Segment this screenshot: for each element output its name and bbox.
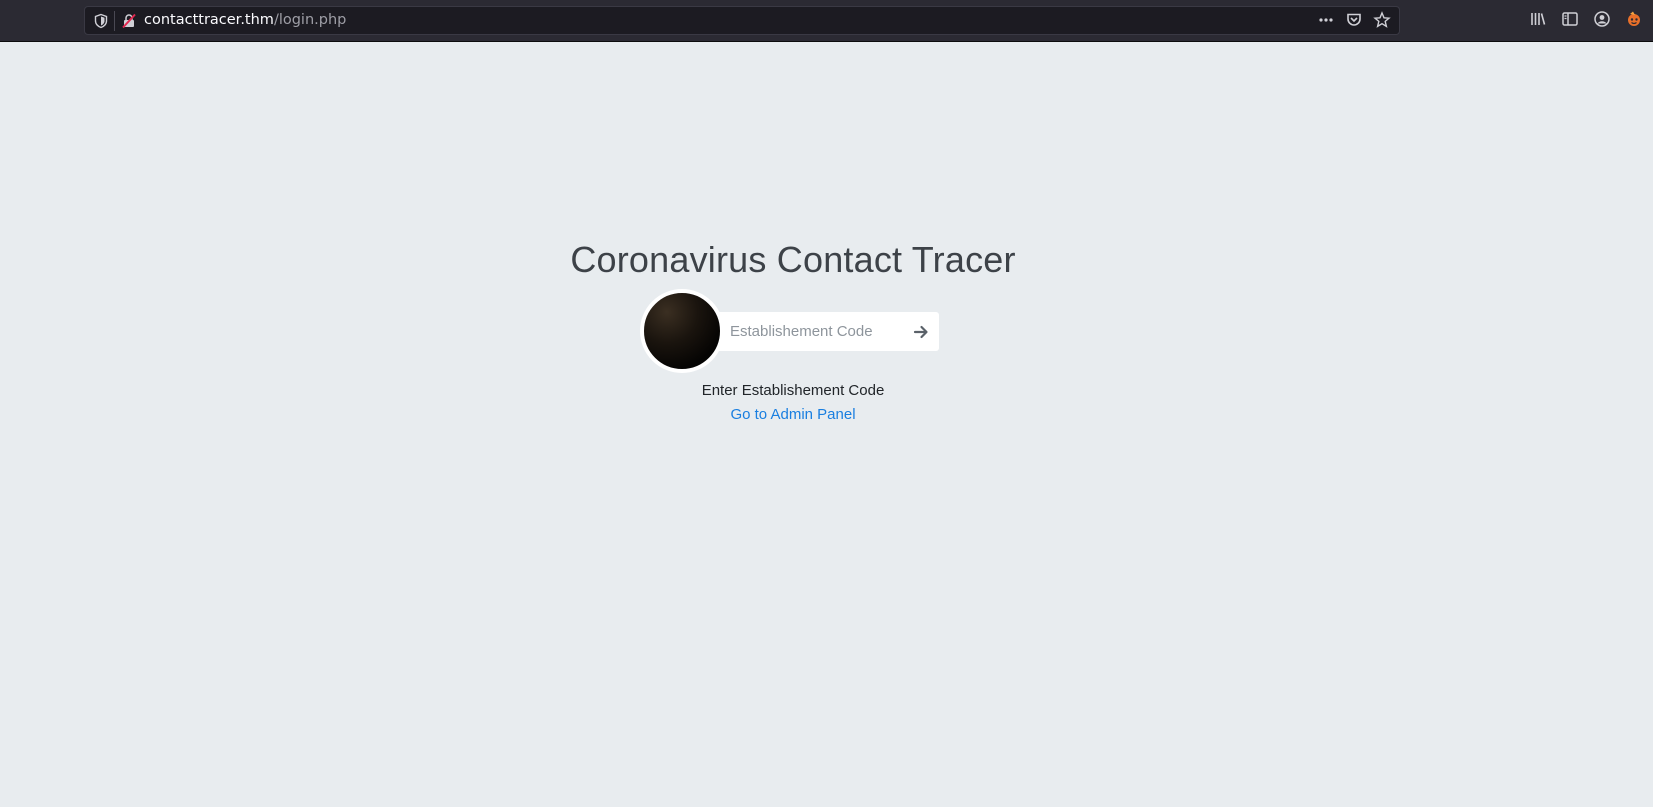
browser-toolbar: contacttracer.thm/login.php xyxy=(0,0,1653,42)
page-content: Coronavirus Contact Tracer Enter Establi… xyxy=(0,42,1653,807)
sidebar-icon[interactable] xyxy=(1561,10,1579,28)
url-path: /login.php xyxy=(273,12,347,28)
submit-arrow-icon[interactable] xyxy=(909,320,933,344)
toolbar-right-icons xyxy=(1529,10,1643,28)
code-input-group xyxy=(710,312,939,351)
url-host: contacttracer.thm xyxy=(144,12,274,28)
library-icon[interactable] xyxy=(1529,10,1547,28)
urlbar-actions xyxy=(1317,11,1391,29)
more-actions-icon[interactable] xyxy=(1317,11,1335,29)
avatar xyxy=(640,289,724,373)
admin-panel-link-wrapper: Go to Admin Panel xyxy=(0,406,1586,423)
urlbar-divider xyxy=(114,11,115,31)
tracking-shield-icon[interactable] xyxy=(93,13,109,29)
extension-icon[interactable] xyxy=(1625,10,1643,28)
insecure-lock-icon[interactable] xyxy=(121,13,137,29)
account-icon[interactable] xyxy=(1593,10,1611,28)
bookmark-star-icon[interactable] xyxy=(1373,11,1391,29)
code-entry-form xyxy=(640,289,940,373)
address-bar[interactable]: contacttracer.thm/login.php xyxy=(84,6,1400,35)
page-title: Coronavirus Contact Tracer xyxy=(570,239,1016,280)
url-text[interactable]: contacttracer.thm/login.php xyxy=(144,12,346,28)
code-hint-text: Enter Establishement Code xyxy=(701,382,885,399)
admin-panel-link[interactable]: Go to Admin Panel xyxy=(730,406,855,423)
establishment-code-input[interactable] xyxy=(710,312,890,351)
pocket-icon[interactable] xyxy=(1345,11,1363,29)
